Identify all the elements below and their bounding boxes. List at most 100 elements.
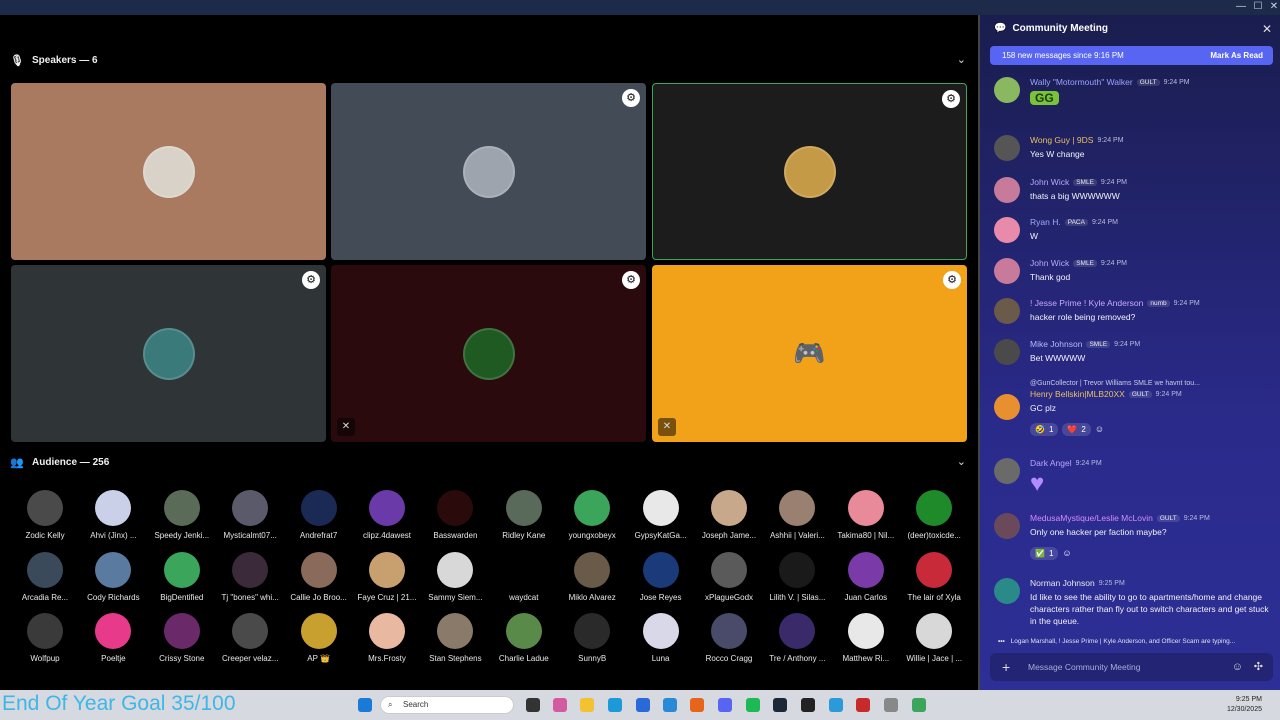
- audience-member[interactable]: Sammy Siem...: [421, 551, 489, 602]
- discord-icon[interactable]: [718, 698, 732, 712]
- username[interactable]: Wally "Motormouth" Walker: [1030, 77, 1133, 87]
- avatar[interactable]: [994, 177, 1020, 203]
- speaker-tile[interactable]: ⚙: [331, 83, 646, 260]
- audience-member[interactable]: Andrefrat7: [285, 490, 353, 540]
- audience-member[interactable]: Tj "bones" whi...: [216, 551, 284, 602]
- file-explorer-icon[interactable]: [580, 698, 594, 712]
- apps-icon[interactable]: ✣: [1254, 653, 1263, 681]
- audience-member[interactable]: Callie Jo Broo...: [285, 551, 353, 602]
- reaction-laugh[interactable]: 🤣 1: [1030, 423, 1059, 436]
- audience-member[interactable]: Basswarden: [421, 490, 489, 540]
- app-icon[interactable]: [663, 698, 677, 712]
- audience-member[interactable]: The lair of Xyla: [900, 551, 968, 602]
- chat-message[interactable]: John Wick SMLE 9:24 PM thats a big WWWWWW: [994, 177, 1274, 203]
- edge-icon[interactable]: [608, 698, 622, 712]
- audience-member[interactable]: youngxobeyx: [558, 490, 626, 540]
- audience-member[interactable]: Arcadia Re...: [11, 551, 79, 602]
- avatar[interactable]: [994, 135, 1020, 161]
- audience-member[interactable]: SunnyB: [558, 613, 626, 663]
- maximize-button[interactable]: ☐: [1251, 1, 1265, 12]
- windows-start-icon[interactable]: [358, 698, 372, 712]
- audience-member[interactable]: Willie | Jace | ...: [900, 613, 968, 663]
- chat-message[interactable]: Wong Guy | 9DS 9:24 PM Yes W change: [994, 135, 1274, 161]
- chevron-down-icon[interactable]: ⌄: [957, 455, 966, 468]
- speaker-tile[interactable]: ⚙: [652, 83, 967, 260]
- audience-member[interactable]: Stan Stephens: [421, 613, 489, 663]
- audience-member[interactable]: Lilith V. | Silas...: [763, 551, 831, 602]
- audience-member[interactable]: Ashhii | Valeri...: [763, 490, 831, 540]
- audience-member[interactable]: Ahvi (Jinx) ...: [79, 490, 147, 540]
- audience-member[interactable]: Wolfpup: [11, 613, 79, 663]
- username[interactable]: MedusaMystique/Leslie McLovin: [1030, 513, 1153, 523]
- avatar[interactable]: [994, 513, 1020, 539]
- reaction-check[interactable]: ✅ 1: [1030, 547, 1059, 560]
- audience-member[interactable]: Juan Carlos: [832, 551, 900, 602]
- audience-member[interactable]: Ridley Kane: [490, 490, 558, 540]
- minimize-button[interactable]: —: [1234, 1, 1248, 12]
- avatar[interactable]: [994, 77, 1020, 103]
- emoji-icon[interactable]: ☺: [1232, 653, 1243, 681]
- audience-member[interactable]: AP 👑: [285, 613, 353, 663]
- username[interactable]: ! Jesse Prime ! Kyle Anderson: [1030, 298, 1143, 308]
- audience-member[interactable]: Luna: [627, 613, 695, 663]
- username[interactable]: Dark Angel: [1030, 458, 1072, 468]
- chat-message[interactable]: @GunCollector | Trevor Williams SMLE we …: [994, 380, 1274, 437]
- app-icon[interactable]: [856, 698, 870, 712]
- system-clock[interactable]: 9:25 PM 12/30/2025: [1227, 695, 1262, 715]
- speaker-tile[interactable]: [11, 83, 326, 260]
- audience-member[interactable]: Crissy Stone: [148, 613, 216, 663]
- avatar[interactable]: [994, 217, 1020, 243]
- terminal-icon[interactable]: [801, 698, 815, 712]
- chat-message[interactable]: ! Jesse Prime ! Kyle Anderson numb 9:24 PM…: [994, 298, 1274, 324]
- audience-member[interactable]: Mysticalmt07...: [216, 490, 284, 540]
- mark-as-read-button[interactable]: Mark As Read: [1210, 51, 1263, 60]
- chevron-down-icon[interactable]: ⌄: [957, 53, 966, 66]
- speakers-header[interactable]: 🎙 Speakers — 6: [10, 50, 98, 70]
- close-window-button[interactable]: ✕: [1267, 1, 1280, 12]
- audience-member[interactable]: Miklo Alvarez: [558, 551, 626, 602]
- chat-message[interactable]: Dark Angel 9:24 PM ♥: [994, 458, 1274, 497]
- app-icon[interactable]: [912, 698, 926, 712]
- chat-message[interactable]: Ryan H. PACA 9:24 PM W: [994, 217, 1274, 243]
- audience-member[interactable]: Rocco Cragg: [695, 613, 763, 663]
- chat-message[interactable]: John Wick SMLE 9:24 PM Thank god: [994, 258, 1274, 284]
- avatar[interactable]: [994, 258, 1020, 284]
- audience-member[interactable]: Mrs.Frosty: [353, 613, 421, 663]
- avatar[interactable]: [994, 339, 1020, 365]
- chat-message[interactable]: Norman Johnson 9:25 PM Id like to see the …: [994, 578, 1274, 627]
- task-view-icon[interactable]: [526, 698, 540, 712]
- firefox-icon[interactable]: [690, 698, 704, 712]
- store-icon[interactable]: [636, 698, 650, 712]
- add-attachment-icon[interactable]: +: [1002, 653, 1010, 681]
- audience-member[interactable]: Takima80 | Nil...: [832, 490, 900, 540]
- new-messages-bar[interactable]: 158 new messages since 9:16 PM Mark As R…: [990, 46, 1273, 65]
- audience-member[interactable]: Charlie Ladue: [490, 613, 558, 663]
- username[interactable]: John Wick: [1030, 177, 1069, 187]
- avatar[interactable]: [994, 298, 1020, 324]
- audience-member[interactable]: Speedy Jenki...: [148, 490, 216, 540]
- speaker-tile[interactable]: 🎮 ⚙ ✕: [652, 265, 967, 442]
- chat-message[interactable]: Wally "Motormouth" Walker GULT 9:24 PM GG: [994, 77, 1274, 107]
- username[interactable]: Norman Johnson: [1030, 578, 1095, 588]
- audience-member[interactable]: Creeper velaz...: [216, 613, 284, 663]
- spotify-icon[interactable]: [746, 698, 760, 712]
- avatar[interactable]: [994, 458, 1020, 484]
- audience-member[interactable]: Matthew Ri...: [832, 613, 900, 663]
- steam-icon[interactable]: [773, 698, 787, 712]
- avatar[interactable]: [994, 394, 1020, 420]
- audience-member[interactable]: Faye Cruz | 21...: [353, 551, 421, 602]
- avatar[interactable]: [994, 578, 1020, 604]
- audience-member[interactable]: Poeltje: [79, 613, 147, 663]
- reply-preview[interactable]: @GunCollector | Trevor Williams SMLE we …: [1030, 380, 1274, 387]
- username[interactable]: Mike Johnson: [1030, 339, 1082, 349]
- settings-icon[interactable]: [884, 698, 898, 712]
- audience-member[interactable]: waydcat: [490, 551, 558, 602]
- audience-member[interactable]: clipz.4dawest: [353, 490, 421, 540]
- audience-member[interactable]: GypsyKatGa...: [627, 490, 695, 540]
- username[interactable]: Ryan H.: [1030, 217, 1061, 227]
- chat-message[interactable]: Mike Johnson SMLE 9:24 PM Bet WWWWW: [994, 339, 1274, 365]
- speaker-tile[interactable]: ⚙: [11, 265, 326, 442]
- username[interactable]: Henry Bellskin|MLB20XX: [1030, 389, 1125, 399]
- reaction-heart[interactable]: ❤️ 2: [1062, 423, 1091, 436]
- audience-member[interactable]: Zodic Kelly: [11, 490, 79, 540]
